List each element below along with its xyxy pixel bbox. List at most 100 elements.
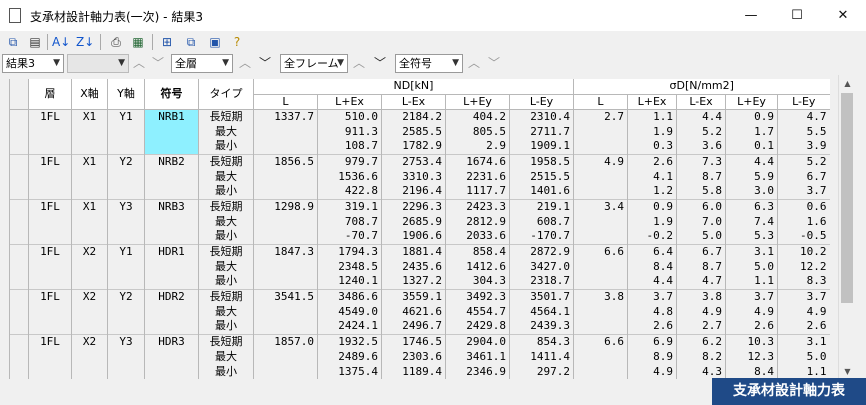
cell-x-axis[interactable]: X1 — [71, 198, 108, 214]
cell-sd-value[interactable]: 4.1 — [627, 169, 677, 184]
cell-sd-value[interactable]: 7.4 — [725, 214, 778, 229]
row-selector[interactable] — [9, 214, 29, 229]
row-selector[interactable] — [9, 184, 29, 199]
cell-sd-l[interactable]: 2.7 — [573, 108, 628, 124]
cell-layer[interactable] — [28, 229, 72, 244]
table-row[interactable]: 1FL X1 Y1 NRB1 長短期 1337.7 510.0 2184.2 404.2 2310… — [9, 108, 830, 124]
cell-sd-l[interactable]: 4.9 — [573, 153, 628, 169]
row-selector[interactable] — [9, 169, 29, 184]
table-row[interactable]: 最大 1536.6 3310.3 2231.6 2515.5 4.1 8.7 5.9 6.7 — [9, 169, 830, 184]
cell-sd-value[interactable]: 6.2 — [676, 333, 726, 349]
table-row[interactable]: 1FL X2 Y1 HDR1 長短期 1847.3 1794.3 1881.4 858.4 287… — [9, 243, 830, 259]
cell-symbol[interactable]: HDR3 — [144, 333, 199, 349]
cell-nd-value[interactable]: 1909.1 — [509, 139, 574, 154]
cell-layer[interactable] — [28, 274, 72, 289]
cell-layer[interactable] — [28, 184, 72, 199]
cell-sd-value[interactable]: 2.6 — [627, 153, 677, 169]
print-preview-icon[interactable]: ▦ — [129, 33, 147, 51]
cell-sd-l[interactable] — [573, 184, 628, 199]
cell-sd-value[interactable]: 4.7 — [676, 274, 726, 289]
cell-layer[interactable] — [28, 349, 72, 364]
cell-nd-value[interactable]: 708.7 — [317, 214, 382, 229]
cell-type[interactable]: 最小 — [198, 274, 254, 289]
header-type[interactable]: タイプ — [198, 79, 254, 110]
cell-symbol[interactable] — [144, 214, 199, 229]
table-row[interactable]: 1FL X1 Y3 NRB3 長短期 1298.9 319.1 2296.3 2423.3 219… — [9, 198, 830, 214]
cell-type[interactable]: 長短期 — [198, 243, 254, 259]
cell-nd-value[interactable]: 2348.5 — [317, 259, 382, 274]
cell-nd-value[interactable]: 1117.7 — [445, 184, 510, 199]
cell-sd-value[interactable]: 1.1 — [725, 274, 778, 289]
table-row[interactable]: 最大 708.7 2685.9 2812.9 608.7 1.9 7.0 7.4 1.6 — [9, 214, 830, 229]
cell-sd-value[interactable]: 4.7 — [777, 108, 830, 124]
cell-sd-l[interactable] — [573, 349, 628, 364]
cell-nd-value[interactable]: 1411.4 — [509, 349, 574, 364]
cell-layer[interactable] — [28, 169, 72, 184]
cell-nd-value[interactable]: 1240.1 — [317, 274, 382, 289]
cell-nd-value[interactable]: 297.2 — [509, 364, 574, 379]
cell-x-axis[interactable]: X2 — [71, 333, 108, 349]
cell-nd-l[interactable]: 1298.9 — [253, 198, 318, 214]
cell-nd-value[interactable]: 2585.5 — [381, 124, 446, 139]
cell-nd-l[interactable] — [253, 259, 318, 274]
cell-nd-l[interactable]: 1847.3 — [253, 243, 318, 259]
help-icon[interactable]: ? — [228, 33, 246, 51]
cell-sd-l[interactable]: 6.6 — [573, 333, 628, 349]
cell-y-axis[interactable] — [107, 214, 145, 229]
header-symbol[interactable]: 符号 — [144, 79, 199, 110]
cell-sd-value[interactable]: 5.8 — [676, 184, 726, 199]
cell-layer[interactable]: 1FL — [28, 243, 72, 259]
cell-nd-l[interactable]: 1856.5 — [253, 153, 318, 169]
cell-sd-value[interactable]: 3.9 — [777, 139, 830, 154]
cell-sd-value[interactable]: 3.6 — [676, 139, 726, 154]
cell-layer[interactable] — [28, 259, 72, 274]
cell-sd-value[interactable]: 8.9 — [627, 349, 677, 364]
cell-symbol[interactable] — [144, 229, 199, 244]
cell-nd-value[interactable]: 304.3 — [445, 274, 510, 289]
cell-nd-value[interactable]: 3427.0 — [509, 259, 574, 274]
cell-sd-value[interactable]: 2.6 — [627, 319, 677, 334]
cell-sd-value[interactable]: 4.3 — [676, 364, 726, 379]
cell-nd-l[interactable] — [253, 139, 318, 154]
cell-y-axis[interactable]: Y2 — [107, 288, 145, 304]
row-selector[interactable] — [9, 333, 29, 349]
header-nd[interactable]: ND[kN] — [253, 79, 574, 95]
cell-nd-value[interactable]: 510.0 — [317, 108, 382, 124]
cell-nd-l[interactable] — [253, 274, 318, 289]
cell-nd-value[interactable]: 1375.4 — [317, 364, 382, 379]
cell-sd-value[interactable]: 3.7 — [725, 288, 778, 304]
cell-nd-value[interactable]: 1327.2 — [381, 274, 446, 289]
cell-nd-value[interactable]: 1412.6 — [445, 259, 510, 274]
cell-sd-value[interactable]: 0.6 — [777, 198, 830, 214]
cell-sd-value[interactable]: 6.3 — [725, 198, 778, 214]
cell-sd-value[interactable]: 2.7 — [676, 319, 726, 334]
cell-x-axis[interactable] — [71, 319, 108, 334]
cell-sd-value[interactable]: -0.5 — [777, 229, 830, 244]
cell-sd-value[interactable]: 6.7 — [676, 243, 726, 259]
cell-x-axis[interactable] — [71, 229, 108, 244]
cell-sd-value[interactable]: 3.1 — [725, 243, 778, 259]
cell-y-axis[interactable] — [107, 364, 145, 379]
cell-sd-value[interactable]: 10.3 — [725, 333, 778, 349]
cell-layer[interactable]: 1FL — [28, 288, 72, 304]
cell-sd-value[interactable]: 4.4 — [676, 108, 726, 124]
cell-nd-value[interactable]: 2489.6 — [317, 349, 382, 364]
tile-window-icon[interactable]: ⧉ — [182, 33, 200, 51]
table-row[interactable]: 1FL X2 Y2 HDR2 長短期 3541.5 3486.6 3559.1 3492.3 35… — [9, 288, 830, 304]
cell-nd-value[interactable]: 404.2 — [445, 108, 510, 124]
cell-symbol[interactable] — [144, 259, 199, 274]
cell-type[interactable]: 最小 — [198, 364, 254, 379]
cell-sd-l[interactable] — [573, 169, 628, 184]
cell-y-axis[interactable] — [107, 319, 145, 334]
layer-prev-icon[interactable]: ︿ — [237, 54, 253, 73]
cell-nd-l[interactable] — [253, 184, 318, 199]
cell-x-axis[interactable] — [71, 214, 108, 229]
cell-sd-value[interactable]: 3.7 — [627, 288, 677, 304]
symbol-prev-icon[interactable]: ︿ — [466, 54, 482, 73]
subheader-sd-l[interactable]: L — [573, 94, 628, 110]
cell-nd-value[interactable]: 108.7 — [317, 139, 382, 154]
cell-type[interactable]: 最大 — [198, 259, 254, 274]
cell-sd-value[interactable]: 5.2 — [777, 153, 830, 169]
cell-nd-value[interactable]: 1536.6 — [317, 169, 382, 184]
header-y-axis[interactable]: Y軸 — [107, 79, 145, 110]
